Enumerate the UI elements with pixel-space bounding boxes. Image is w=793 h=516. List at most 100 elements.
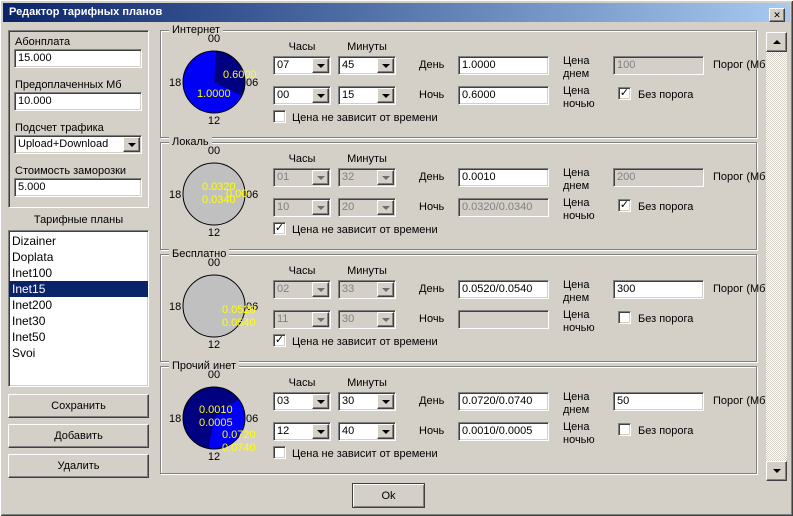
time-independent-checkbox[interactable]: [273, 222, 286, 235]
window-title: Редактор тарифных планов: [9, 6, 162, 18]
dropdown-button[interactable]: [312, 312, 329, 327]
day-minute-value: 30: [342, 395, 354, 407]
day-hour-combo: 01: [273, 168, 331, 187]
dropdown-button[interactable]: [312, 200, 329, 215]
night-label: Ночь: [419, 425, 444, 437]
time-independent-checkbox[interactable]: [273, 110, 286, 123]
traffic-count-combo[interactable]: Upload+Download: [14, 135, 142, 154]
close-button[interactable]: ✕: [769, 8, 785, 22]
plan-item[interactable]: Svoi: [9, 345, 148, 361]
threshold-input[interactable]: 300: [613, 280, 704, 299]
time-pie-chart: 00 18 06 12 0.60001.0000: [161, 31, 273, 139]
minutes-header: Минуты: [338, 377, 396, 389]
day-hour-combo[interactable]: 03: [273, 392, 331, 411]
pie-price-label: 0.0005: [199, 417, 233, 429]
plan-item[interactable]: Inet50: [9, 329, 148, 345]
dropdown-button[interactable]: [312, 88, 329, 103]
night-hour-value: 10: [277, 201, 289, 213]
chevron-down-icon: [317, 64, 325, 72]
night-hour-combo[interactable]: 12: [273, 422, 331, 441]
price-night-label: Цена ночью: [563, 421, 595, 447]
day-hour-value: 03: [277, 395, 289, 407]
dropdown-button[interactable]: [377, 58, 394, 73]
chevron-down-icon: [382, 64, 390, 72]
night-minute-combo: 20: [338, 198, 396, 217]
day-hour-combo[interactable]: 07: [273, 56, 331, 75]
night-minute-combo[interactable]: 40: [338, 422, 396, 441]
pie-price-label: 0.0740: [222, 442, 256, 454]
plan-item[interactable]: Inet30: [9, 313, 148, 329]
scrollbar-track[interactable]: [766, 52, 787, 461]
add-button[interactable]: Добавить: [8, 424, 149, 448]
plan-item[interactable]: Doplata: [9, 249, 148, 265]
dropdown-button[interactable]: [377, 200, 394, 215]
dropdown-button[interactable]: [312, 282, 329, 297]
price-day-label: Цена днем: [563, 55, 589, 81]
ok-button[interactable]: Ok: [352, 483, 425, 508]
dropdown-button[interactable]: [123, 137, 140, 152]
night-minute-combo[interactable]: 15: [338, 86, 396, 105]
dropdown-button[interactable]: [377, 88, 394, 103]
hours-header: Часы: [273, 377, 331, 389]
time-independent-checkbox[interactable]: [273, 446, 286, 459]
dropdown-button[interactable]: [377, 424, 394, 439]
plan-item[interactable]: Dizainer: [9, 233, 148, 249]
scroll-up-button[interactable]: [766, 32, 787, 52]
day-minute-combo: 32: [338, 168, 396, 187]
night-price-input[interactable]: 0.6000: [458, 86, 549, 105]
plan-item[interactable]: Inet200: [9, 297, 148, 313]
hours-header: Часы: [273, 41, 331, 53]
tariff-zone-group: Локаль 00 18 06 12 0.03200.03400.00 Часы…: [160, 142, 757, 250]
night-price-input[interactable]: 0.0010/0.0005: [458, 422, 549, 441]
day-price-input[interactable]: 0.0520/0.0540: [458, 280, 549, 299]
chevron-down-icon: [382, 288, 390, 296]
day-price-input[interactable]: 0.0010: [458, 168, 549, 187]
day-minute-combo[interactable]: 45: [338, 56, 396, 75]
chevron-down-icon: [382, 176, 390, 184]
freeze-cost-input[interactable]: 5.000: [14, 178, 142, 197]
dropdown-button[interactable]: [312, 394, 329, 409]
time-independent-label: Цена не зависит от времени: [292, 112, 438, 124]
abonplata-input[interactable]: 15.000: [14, 49, 142, 68]
plan-item[interactable]: Inet15: [9, 281, 148, 297]
dropdown-button[interactable]: [312, 424, 329, 439]
prepaid-mb-input[interactable]: 10.000: [14, 92, 142, 111]
plan-item[interactable]: Inet100: [9, 265, 148, 281]
dropdown-button[interactable]: [377, 312, 394, 327]
dropdown-button[interactable]: [312, 170, 329, 185]
time-independent-checkbox[interactable]: [273, 334, 286, 347]
price-day-label: Цена днем: [563, 167, 589, 193]
pie-price-label: 0.0520: [222, 304, 256, 316]
day-price-input[interactable]: 0.0720/0.0740: [458, 392, 549, 411]
day-label: День: [419, 59, 444, 71]
chevron-down-icon: [317, 318, 325, 326]
dropdown-button[interactable]: [377, 170, 394, 185]
night-hour-combo: 10: [273, 198, 331, 217]
abonplata-label: Абонплата: [15, 36, 70, 48]
time-pie-chart: 00 18 06 12 0.05200.0540: [161, 255, 273, 363]
day-price-input[interactable]: 1.0000: [458, 56, 549, 75]
title-bar[interactable]: Редактор тарифных планов ✕: [3, 3, 790, 22]
no-threshold-checkbox[interactable]: [618, 311, 631, 324]
night-hour-combo[interactable]: 00: [273, 86, 331, 105]
threshold-input[interactable]: 50: [613, 392, 704, 411]
vertical-scrollbar[interactable]: [766, 32, 787, 481]
no-threshold-checkbox[interactable]: [618, 423, 631, 436]
threshold-input: 200: [613, 168, 704, 187]
plan-list[interactable]: Dizainer Doplata Inet100 Inet15 Inet200 …: [8, 230, 149, 387]
day-minute-value: 33: [342, 283, 354, 295]
day-label: День: [419, 283, 444, 295]
hours-header: Часы: [273, 265, 331, 277]
dropdown-button[interactable]: [312, 58, 329, 73]
day-hour-value: 07: [277, 59, 289, 71]
save-button[interactable]: Сохранить: [8, 394, 149, 418]
delete-button[interactable]: Удалить: [8, 454, 149, 478]
day-minute-combo[interactable]: 30: [338, 392, 396, 411]
pie-price-label: 0.00: [226, 188, 247, 200]
scroll-down-button[interactable]: [766, 461, 787, 481]
no-threshold-checkbox[interactable]: [618, 87, 631, 100]
no-threshold-checkbox[interactable]: [618, 199, 631, 212]
dropdown-button[interactable]: [377, 394, 394, 409]
night-minute-combo: 30: [338, 310, 396, 329]
dropdown-button[interactable]: [377, 282, 394, 297]
